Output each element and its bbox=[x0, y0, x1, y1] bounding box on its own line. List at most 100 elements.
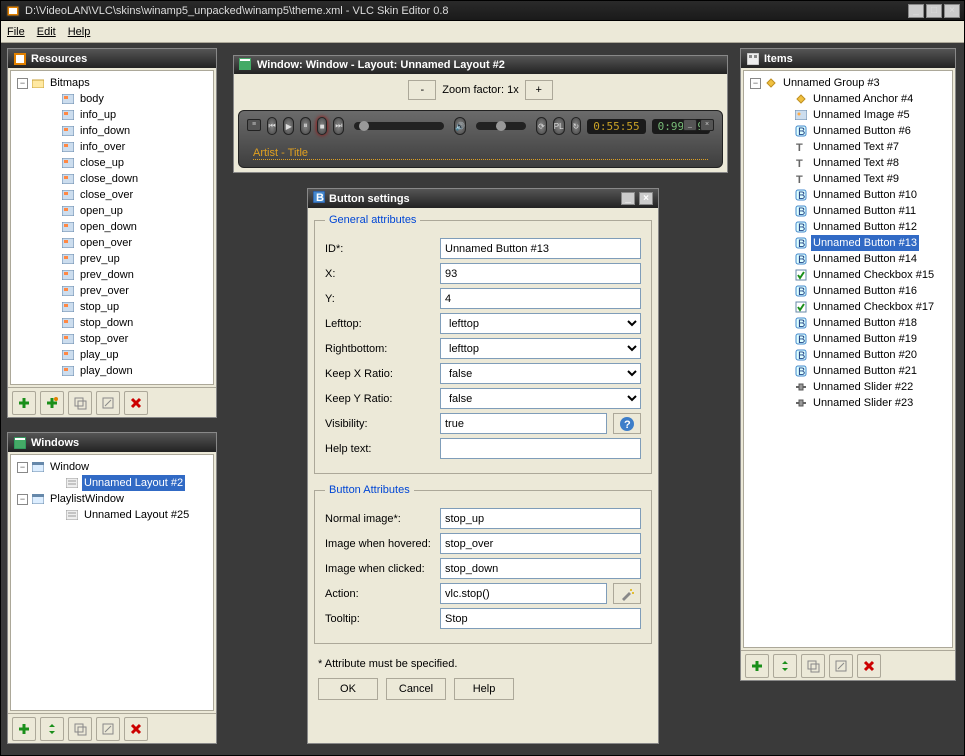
input-hover[interactable] bbox=[440, 533, 641, 554]
add-button[interactable] bbox=[12, 717, 36, 741]
item-entry[interactable]: Unnamed Checkbox #17 bbox=[780, 299, 950, 315]
bitmap-item[interactable]: close_up bbox=[47, 155, 211, 171]
bitmap-item[interactable]: open_over bbox=[47, 235, 211, 251]
input-normal[interactable] bbox=[440, 508, 641, 529]
seek-slider[interactable] bbox=[354, 122, 444, 130]
item-entry[interactable]: BUnnamed Button #18 bbox=[780, 315, 950, 331]
item-entry[interactable]: BUnnamed Button #16 bbox=[780, 283, 950, 299]
item-entry[interactable]: BUnnamed Button #19 bbox=[780, 331, 950, 347]
item-entry[interactable]: BUnnamed Button #20 bbox=[780, 347, 950, 363]
items-tree[interactable]: − Unnamed Group #3 Unnamed Anchor #4Unna… bbox=[743, 70, 953, 648]
bitmap-item[interactable]: stop_up bbox=[47, 299, 211, 315]
dialog-min-button[interactable]: _ bbox=[621, 192, 635, 205]
input-helptext[interactable] bbox=[440, 438, 641, 459]
item-entry[interactable]: BUnnamed Button #21 bbox=[780, 363, 950, 379]
move-button[interactable] bbox=[773, 654, 797, 678]
player-menu-icon[interactable]: ≡ bbox=[247, 119, 261, 131]
bitmap-item[interactable]: prev_down bbox=[47, 267, 211, 283]
bitmap-item[interactable]: info_down bbox=[47, 123, 211, 139]
window-item[interactable]: −PlaylistWindow bbox=[17, 491, 211, 507]
menu-file[interactable]: File bbox=[7, 26, 25, 38]
input-y[interactable] bbox=[440, 288, 641, 309]
bitmap-item[interactable]: info_over bbox=[47, 139, 211, 155]
add-button[interactable] bbox=[745, 654, 769, 678]
bitmap-item[interactable]: close_down bbox=[47, 171, 211, 187]
edit-button[interactable] bbox=[829, 654, 853, 678]
item-entry[interactable]: BUnnamed Button #13 bbox=[780, 235, 950, 251]
item-entry[interactable]: BUnnamed Button #10 bbox=[780, 187, 950, 203]
add-button[interactable] bbox=[12, 391, 36, 415]
delete-button[interactable] bbox=[124, 391, 148, 415]
input-click[interactable] bbox=[440, 558, 641, 579]
bitmap-item[interactable]: play_down bbox=[47, 363, 211, 379]
repeat-icon[interactable]: ↻ bbox=[571, 117, 582, 135]
move-button[interactable] bbox=[40, 717, 64, 741]
input-action[interactable] bbox=[440, 583, 607, 604]
zoom-in-button[interactable]: + bbox=[525, 80, 553, 100]
item-entry[interactable]: Unnamed Image #5 bbox=[780, 107, 950, 123]
close-button[interactable]: × bbox=[944, 4, 960, 18]
windows-tree[interactable]: −WindowUnnamed Layout #2−PlaylistWindowU… bbox=[10, 454, 214, 711]
menu-help[interactable]: Help bbox=[68, 26, 91, 38]
layout-item[interactable]: Unnamed Layout #2 bbox=[51, 475, 211, 491]
bitmap-item[interactable]: stop_down bbox=[47, 315, 211, 331]
minimize-button[interactable]: _ bbox=[908, 4, 924, 18]
maximize-button[interactable]: □ bbox=[926, 4, 942, 18]
window-item[interactable]: −Window bbox=[17, 459, 211, 475]
select-rightbottom[interactable]: lefttop bbox=[440, 338, 641, 359]
item-entry[interactable]: BUnnamed Button #14 bbox=[780, 251, 950, 267]
menu-edit[interactable]: Edit bbox=[37, 26, 56, 38]
expand-toggle[interactable]: − bbox=[17, 78, 28, 89]
bitmap-item[interactable]: close_over bbox=[47, 187, 211, 203]
edit-button[interactable] bbox=[96, 717, 120, 741]
bitmap-item[interactable]: open_up bbox=[47, 203, 211, 219]
pause-icon[interactable]: ⏸ bbox=[300, 117, 311, 135]
input-tooltip[interactable] bbox=[440, 608, 641, 629]
bitmap-item[interactable]: play_up bbox=[47, 347, 211, 363]
bitmap-item[interactable]: open_down bbox=[47, 219, 211, 235]
prev-icon[interactable]: ⏮ bbox=[267, 117, 278, 135]
item-entry[interactable]: Unnamed Anchor #4 bbox=[780, 91, 950, 107]
bitmap-item[interactable]: body bbox=[47, 91, 211, 107]
zoom-out-button[interactable]: - bbox=[408, 80, 436, 100]
expand-toggle[interactable]: − bbox=[750, 78, 761, 89]
delete-button[interactable] bbox=[124, 717, 148, 741]
vol-icon[interactable]: 🔊 bbox=[454, 117, 466, 135]
bitmap-item[interactable]: stop_over bbox=[47, 331, 211, 347]
copy-button[interactable] bbox=[801, 654, 825, 678]
input-visibility[interactable] bbox=[440, 413, 607, 434]
copy-button[interactable] bbox=[68, 391, 92, 415]
input-x[interactable] bbox=[440, 263, 641, 284]
add2-button[interactable] bbox=[40, 391, 64, 415]
item-entry[interactable]: BUnnamed Button #11 bbox=[780, 203, 950, 219]
bitmap-item[interactable]: prev_up bbox=[47, 251, 211, 267]
item-entry[interactable]: TUnnamed Text #9 bbox=[780, 171, 950, 187]
volume-slider[interactable] bbox=[476, 122, 526, 130]
resources-tree[interactable]: − Bitmaps bodyinfo_upinfo_downinfo_overc… bbox=[10, 70, 214, 385]
player-close-icon[interactable]: × bbox=[700, 119, 714, 131]
next-icon[interactable]: ⏭ bbox=[333, 117, 344, 135]
expand-toggle[interactable]: − bbox=[17, 494, 28, 505]
expand-toggle[interactable]: − bbox=[17, 462, 28, 473]
item-entry[interactable]: Unnamed Slider #22 bbox=[780, 379, 950, 395]
shuffle-icon[interactable]: ⟳ bbox=[536, 117, 547, 135]
edit-button[interactable] bbox=[96, 391, 120, 415]
ok-button[interactable]: OK bbox=[318, 678, 378, 700]
bitmap-item[interactable]: info_up bbox=[47, 107, 211, 123]
select-keepy[interactable]: false bbox=[440, 388, 641, 409]
cancel-button[interactable]: Cancel bbox=[386, 678, 446, 700]
bitmap-item[interactable]: prev_over bbox=[47, 283, 211, 299]
item-entry[interactable]: BUnnamed Button #6 bbox=[780, 123, 950, 139]
player-min-icon[interactable]: _ bbox=[683, 119, 697, 131]
stop-icon[interactable]: ■ bbox=[317, 117, 328, 135]
tree-root-bitmaps[interactable]: − Bitmaps bbox=[17, 75, 211, 91]
tree-root-group[interactable]: − Unnamed Group #3 bbox=[750, 75, 950, 91]
select-lefttop[interactable]: lefttop bbox=[440, 313, 641, 334]
visibility-help-button[interactable]: ? bbox=[613, 413, 641, 434]
dialog-close-button[interactable]: × bbox=[639, 192, 653, 205]
item-entry[interactable]: TUnnamed Text #7 bbox=[780, 139, 950, 155]
play-icon[interactable]: ▶ bbox=[283, 117, 294, 135]
select-keepx[interactable]: false bbox=[440, 363, 641, 384]
copy-button[interactable] bbox=[68, 717, 92, 741]
delete-button[interactable] bbox=[857, 654, 881, 678]
